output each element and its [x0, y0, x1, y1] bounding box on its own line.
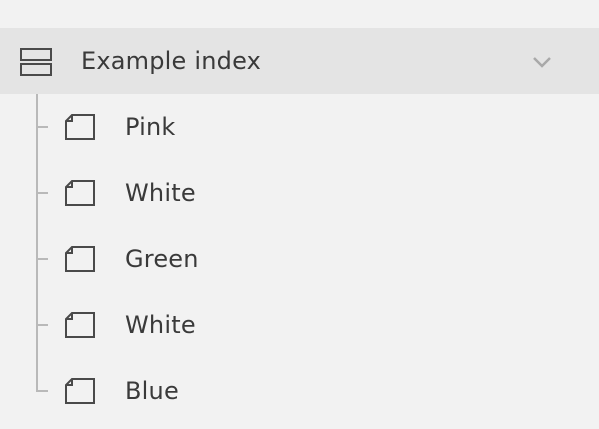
index-title: Example index: [81, 47, 262, 75]
tree-branch: [36, 258, 48, 260]
page-icon: [65, 114, 95, 140]
page-label: White: [125, 311, 196, 339]
top-strip: [0, 0, 599, 28]
page-item-white[interactable]: White: [0, 160, 599, 226]
page-item-green[interactable]: Green: [0, 226, 599, 292]
chevron-down-icon[interactable]: [530, 52, 554, 72]
page-label: White: [125, 179, 196, 207]
page-label: Blue: [125, 377, 179, 405]
page-icon: [65, 378, 95, 404]
page-item-blue[interactable]: Blue: [0, 358, 599, 424]
tree-branch: [36, 390, 48, 392]
page-label: Green: [125, 245, 199, 273]
tree-branch: [36, 192, 48, 194]
page-item-white-2[interactable]: White: [0, 292, 599, 358]
tree-branch: [36, 126, 48, 128]
page-item-pink[interactable]: Pink: [0, 94, 599, 160]
index-icon: [20, 48, 52, 76]
page-icon: [65, 312, 95, 338]
page-icon: [65, 246, 95, 272]
index-header[interactable]: Example index: [0, 28, 599, 94]
page-icon: [65, 180, 95, 206]
tree-branch: [36, 324, 48, 326]
page-label: Pink: [125, 113, 176, 141]
